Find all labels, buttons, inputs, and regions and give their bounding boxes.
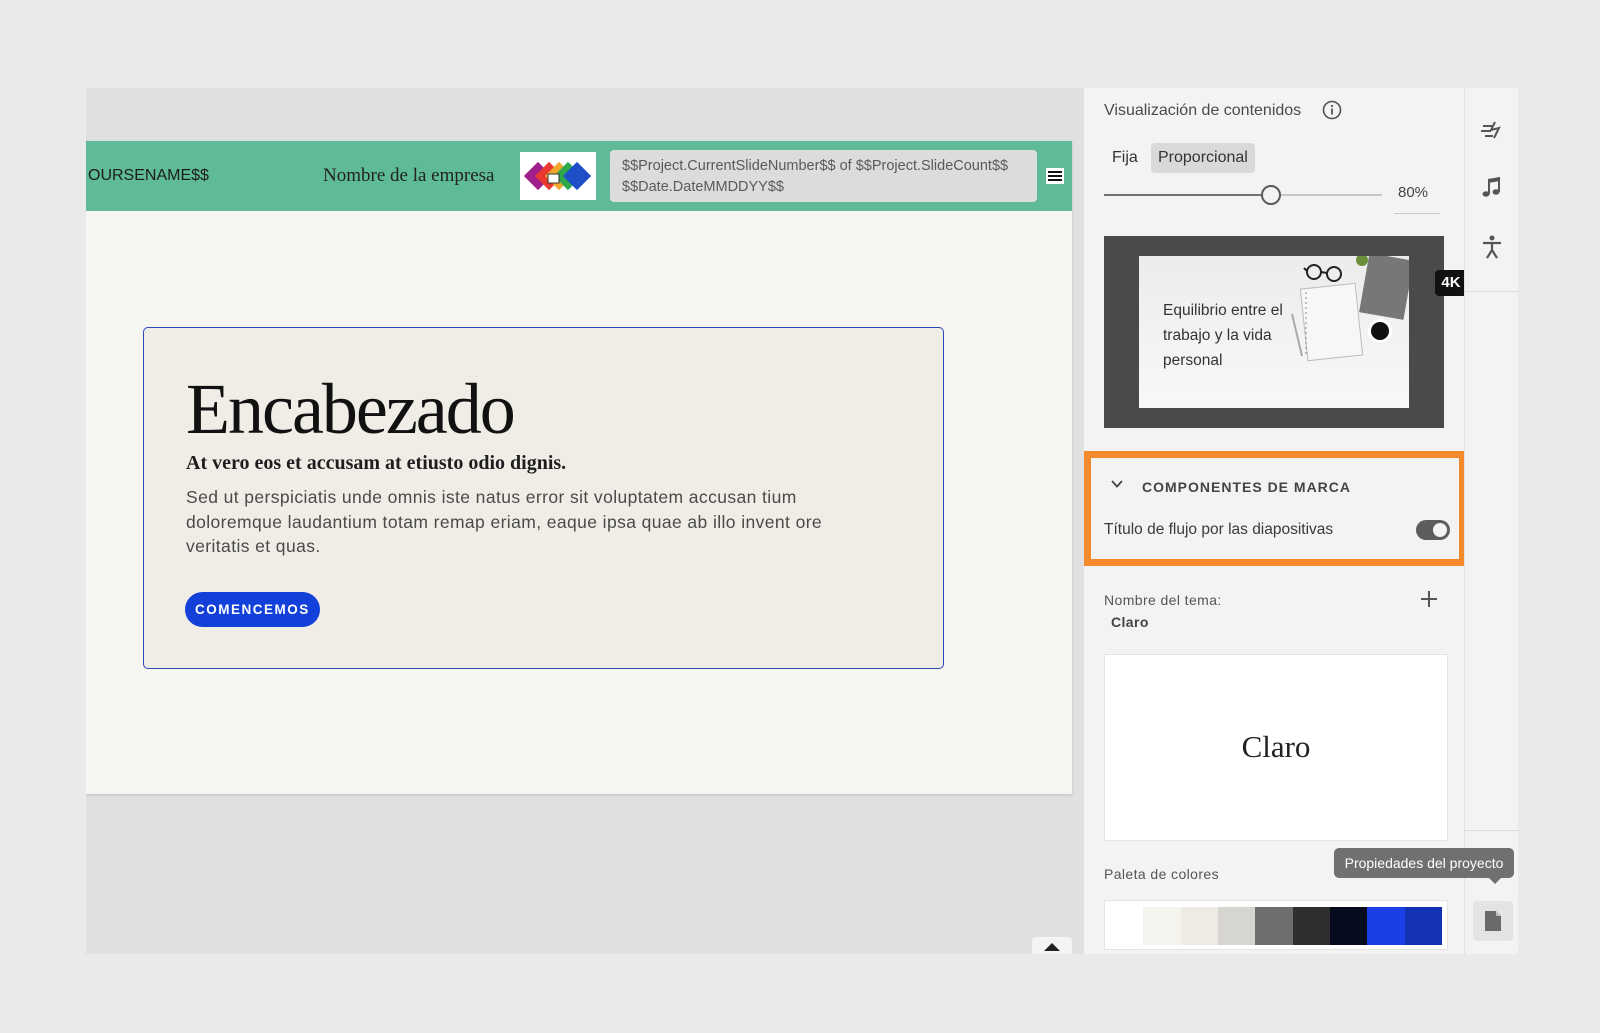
course-name: OURSENAME$$ <box>88 167 209 184</box>
color-swatch[interactable] <box>1106 907 1144 945</box>
brand-components-title[interactable]: COMPONENTES DE MARCA <box>1142 479 1351 495</box>
chevron-down-icon[interactable] <box>1111 478 1123 490</box>
card-body-text: Sed ut perspiciatis unde omnis iste natu… <box>186 487 823 556</box>
card-subtitle: At vero eos et accusam at etiusto odio d… <box>186 452 567 474</box>
thumbnail-text: Equilibrio entre el trabajo y la vida pe… <box>1163 302 1283 369</box>
theme-name-label: Nombre del tema: <box>1104 592 1222 608</box>
slide-canvas: OURSENAME$$ Nombre de la empresa $$Proje… <box>86 88 1084 954</box>
desk-items-illustration-icon <box>1291 256 1409 362</box>
project-properties-tooltip: Propiedades del proyecto <box>1334 848 1514 878</box>
theme-name-value: Claro <box>1111 614 1149 630</box>
company-name: Nombre de la empresa <box>323 165 495 186</box>
slide-header-bar[interactable]: OURSENAME$$ Nombre de la empresa $$Proje… <box>86 141 1072 211</box>
color-swatch[interactable] <box>1292 907 1330 945</box>
plus-icon[interactable] <box>1420 590 1438 608</box>
toggle-knob <box>1433 523 1447 537</box>
color-swatch[interactable] <box>1329 907 1368 945</box>
right-icon-rail <box>1464 88 1519 954</box>
tooltip-tail <box>1488 877 1502 884</box>
content-card[interactable]: Encabezado At vero eos et accusam at eti… <box>143 327 944 669</box>
accessibility-icon[interactable] <box>1479 234 1505 260</box>
mode-proportional-button[interactable]: Proporcional <box>1151 143 1255 173</box>
theme-preview-card[interactable]: Claro <box>1104 654 1448 841</box>
preview-thumbnail[interactable]: Equilibrio entre el trabajo y la vida pe… <box>1104 236 1464 428</box>
rail-divider <box>1465 830 1519 831</box>
document-icon <box>1485 911 1501 931</box>
slide-counter-text: $$Project.CurrentSlideNumber$$ of $$Proj… <box>622 158 1009 174</box>
theme-preview-text: Claro <box>1241 729 1311 764</box>
brand-components-section: COMPONENTES DE MARCA Título de flujo por… <box>1084 451 1464 566</box>
color-swatch[interactable] <box>1367 907 1405 945</box>
content-view-title: Visualización de contenidos <box>1104 102 1302 119</box>
color-palette[interactable] <box>1104 900 1448 950</box>
zoom-slider-fill <box>1104 194 1271 196</box>
slide-info-box[interactable]: $$Project.CurrentSlideNumber$$ of $$Proj… <box>610 150 1037 202</box>
chevron-up-icon <box>1044 943 1060 951</box>
cta-button[interactable]: COMENCEMOS <box>185 592 320 627</box>
mode-fixed-button[interactable]: Fija <box>1104 143 1146 173</box>
slide-flow-title-label: Título de flujo por las diapositivas <box>1104 521 1334 538</box>
resolution-badge: 4K <box>1435 270 1464 296</box>
zoom-value[interactable]: 80% <box>1398 184 1428 201</box>
slide-flow-title-toggle[interactable] <box>1416 520 1450 540</box>
info-icon[interactable] <box>1322 100 1342 120</box>
slide[interactable]: OURSENAME$$ Nombre de la empresa $$Proje… <box>86 141 1072 794</box>
music-icon[interactable] <box>1479 175 1505 201</box>
rail-divider <box>1465 291 1519 292</box>
card-heading: Encabezado <box>186 369 516 449</box>
color-swatch[interactable] <box>1143 907 1181 945</box>
interactions-icon[interactable] <box>1479 116 1505 142</box>
collapse-tab[interactable] <box>1032 937 1072 954</box>
properties-panel: Visualización de contenidos Fija Proporc… <box>1084 88 1464 954</box>
zoom-value-underline <box>1394 213 1440 214</box>
color-palette-label: Paleta de colores <box>1104 866 1219 882</box>
slide-date-text: $$Date.DateMMDDYY$$ <box>622 179 784 195</box>
color-swatch[interactable] <box>1180 907 1218 945</box>
zoom-slider-track[interactable] <box>1104 194 1382 196</box>
logo-diamonds-icon <box>523 161 592 191</box>
company-logo <box>520 152 596 200</box>
project-properties-button[interactable] <box>1473 901 1513 941</box>
color-swatch[interactable] <box>1404 907 1442 945</box>
color-swatch[interactable] <box>1217 907 1256 945</box>
color-swatch[interactable] <box>1255 907 1293 945</box>
hamburger-menu-icon[interactable] <box>1046 168 1064 184</box>
zoom-slider-thumb[interactable] <box>1260 185 1281 205</box>
thumbnail-image: Equilibrio entre el trabajo y la vida pe… <box>1139 256 1464 408</box>
